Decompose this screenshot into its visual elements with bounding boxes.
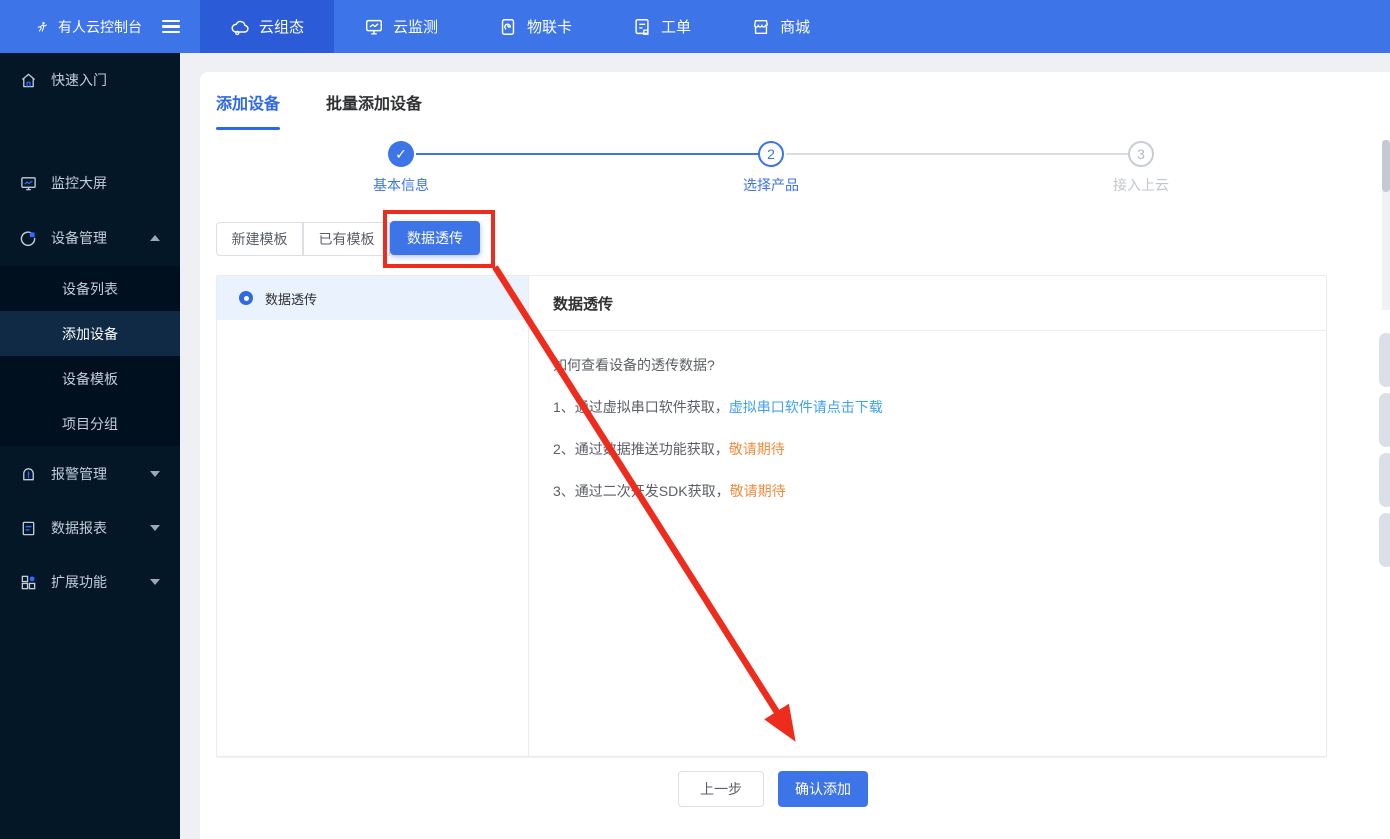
panel-body: 如何查看设备的透传数据? 1、通过虚拟串口软件获取，虚拟串口软件请点击下载 2、… — [529, 331, 1326, 501]
brand-title: 有人云控制台 — [58, 18, 142, 35]
tab-add-device[interactable]: 添加设备 — [216, 90, 281, 130]
sidebar-item-add-device[interactable]: 添加设备 — [0, 311, 180, 356]
panel-title: 数据透传 — [529, 276, 1326, 331]
monitor-chart-icon — [366, 19, 383, 35]
sidebar-item-device-list[interactable]: 设备列表 — [0, 266, 180, 311]
sidebar-item-device-template[interactable]: 设备模板 — [0, 356, 180, 401]
sidebar-item-data-report[interactable]: 数据报表 — [0, 508, 180, 548]
floating-panel-button[interactable] — [1379, 513, 1390, 567]
option-label: 数据透传 — [265, 291, 318, 307]
cloud-icon — [231, 20, 249, 35]
download-link[interactable]: 虚拟串口软件请点击下载 — [729, 399, 883, 415]
running-person-logo-icon — [37, 21, 48, 32]
previous-step-button[interactable]: 上一步 — [678, 771, 764, 807]
nav-item-cloud-scada[interactable]: 云组态 — [200, 0, 335, 53]
nav-item-label: 物联卡 — [527, 19, 573, 36]
step-3-connect-cloud: 3 — [1128, 141, 1154, 167]
sidebar-item-extensions[interactable]: 扩展功能 — [0, 562, 180, 602]
line-text: 2、通过数据推送功能获取， — [553, 441, 729, 457]
dashboard-screen-icon — [21, 176, 36, 190]
step-number: 2 — [767, 146, 775, 162]
floating-panel-button[interactable] — [1379, 333, 1390, 387]
panel-line-1: 1、通过虚拟串口软件获取，虚拟串口软件请点击下载 — [553, 397, 1302, 417]
chevron-down-icon — [150, 471, 160, 477]
option-data-passthrough[interactable]: 数据透传 — [217, 276, 528, 320]
radio-selected-icon[interactable] — [239, 291, 253, 305]
template-button-new[interactable]: 新建模板 — [216, 222, 303, 256]
nav-item-label: 商城 — [780, 19, 811, 36]
panel-option-list: 数据透传 — [217, 276, 529, 756]
sidebar: 快速入门 监控大屏 设备管理 设备列表 添加设备 设备模板 项目分组 报警管理 … — [0, 53, 180, 839]
coming-soon-label: 敬请期待 — [729, 483, 786, 499]
sidebar-item-quick-start[interactable]: 快速入门 — [0, 60, 180, 100]
panel-line-3: 3、通过二次开发SDK获取，敬请期待 — [553, 481, 1302, 501]
nav-item-label: 云监测 — [393, 19, 439, 36]
panel-line-2: 2、通过数据推送功能获取，敬请期待 — [553, 439, 1302, 459]
device-pie-icon — [20, 230, 36, 246]
template-button-passthrough[interactable]: 数据透传 — [390, 221, 480, 255]
scrollbar-track — [1382, 140, 1390, 310]
nav-item-label: 云组态 — [259, 19, 305, 36]
step-label-basic-info: 基本信息 — [373, 177, 429, 193]
sidebar-item-label: 扩展功能 — [51, 574, 107, 590]
report-document-icon — [22, 521, 35, 535]
hamburger-menu-icon[interactable] — [162, 19, 180, 34]
sidebar-item-label: 添加设备 — [62, 325, 118, 342]
scrollbar-thumb[interactable] — [1382, 140, 1390, 192]
step-2-select-product: 2 — [758, 141, 784, 167]
nav-item-iot-card[interactable]: 物联卡 — [468, 0, 602, 53]
check-icon: ✓ — [395, 145, 407, 162]
chevron-down-icon — [150, 525, 160, 531]
floating-panel-button[interactable] — [1379, 393, 1390, 447]
chevron-up-icon — [150, 235, 160, 241]
home-icon — [21, 73, 36, 87]
step-connector-1-2 — [416, 153, 760, 155]
sidebar-item-label: 项目分组 — [62, 415, 118, 432]
work-order-icon — [635, 18, 649, 35]
passthrough-panel: 数据透传 数据透传 如何查看设备的透传数据? 1、通过虚拟串口软件获取，虚拟串口… — [216, 275, 1327, 757]
top-navigation-bar: 有人云控制台 云组态 云监测 物联卡 工单 商城 — [0, 0, 1390, 53]
nav-item-cloud-monitor[interactable]: 云监测 — [334, 0, 468, 53]
sidebar-item-label: 报警管理 — [51, 466, 107, 482]
chevron-down-icon — [150, 579, 160, 585]
step-label-connect-cloud: 接入上云 — [1113, 177, 1169, 193]
sidebar-item-label: 设备模板 — [62, 370, 118, 387]
brand: 有人云控制台 — [0, 0, 180, 53]
sidebar-item-device-mgmt[interactable]: 设备管理 — [0, 218, 180, 258]
step-1-basic-info: ✓ — [388, 141, 414, 167]
panel-detail: 数据透传 如何查看设备的透传数据? 1、通过虚拟串口软件获取，虚拟串口软件请点击… — [529, 276, 1326, 756]
sidebar-item-label: 监控大屏 — [51, 175, 107, 191]
sidebar-item-label: 设备列表 — [62, 280, 118, 297]
alarm-bell-icon — [23, 467, 34, 480]
floating-panel-button[interactable] — [1379, 453, 1390, 507]
sidebar-item-project-group[interactable]: 项目分组 — [0, 401, 180, 446]
sidebar-item-label: 快速入门 — [51, 72, 107, 88]
line-text: 1、通过虚拟串口软件获取， — [553, 399, 729, 415]
coming-soon-label: 敬请期待 — [728, 441, 785, 457]
tab-batch-add-device[interactable]: 批量添加设备 — [326, 90, 422, 130]
step-connector-2-3 — [786, 153, 1130, 155]
step-label-select-product: 选择产品 — [743, 177, 799, 193]
line-text: 3、通过二次开发SDK获取， — [553, 483, 730, 499]
confirm-add-button[interactable]: 确认添加 — [778, 771, 868, 807]
sim-card-icon — [501, 18, 515, 35]
nav-item-label: 工单 — [661, 19, 692, 36]
device-mgmt-submenu: 设备列表 添加设备 设备模板 项目分组 — [0, 266, 180, 446]
sidebar-item-big-screen[interactable]: 监控大屏 — [0, 163, 180, 203]
sidebar-item-label: 数据报表 — [51, 520, 107, 536]
storefront-icon — [754, 19, 769, 34]
page-tabs: 添加设备 批量添加设备 — [216, 90, 422, 130]
nav-item-work-order[interactable]: 工单 — [602, 0, 721, 53]
nav-items: 云组态 云监测 物联卡 工单 商城 — [200, 0, 840, 53]
sidebar-item-label: 设备管理 — [51, 230, 107, 246]
step-number: 3 — [1137, 146, 1145, 162]
sidebar-item-alarm-mgmt[interactable]: 报警管理 — [0, 454, 180, 494]
main-content-card: 添加设备 批量添加设备 ✓ 2 3 基本信息 选择产品 接入上云 新建模板 已有… — [200, 72, 1390, 839]
panel-question: 如何查看设备的透传数据? — [553, 357, 715, 373]
nav-item-mall[interactable]: 商城 — [721, 0, 840, 53]
template-button-existing[interactable]: 已有模板 — [303, 222, 390, 256]
extensions-grid-icon — [21, 575, 36, 589]
footer-divider — [216, 757, 1327, 758]
stepper: ✓ 2 3 基本信息 选择产品 接入上云 — [200, 141, 1390, 201]
